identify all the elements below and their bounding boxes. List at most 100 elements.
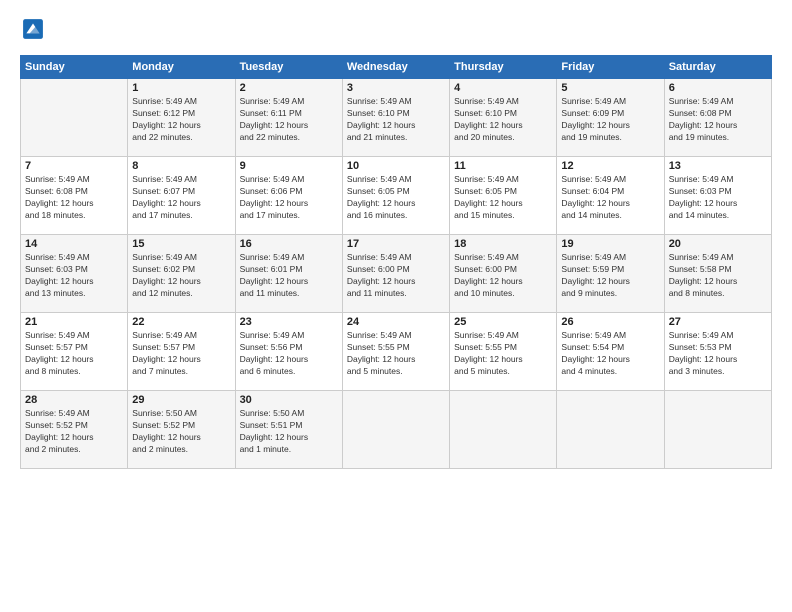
- day-number: 20: [669, 238, 767, 250]
- day-number: 24: [347, 316, 445, 328]
- calendar-cell: 29Sunrise: 5:50 AM Sunset: 5:52 PM Dayli…: [128, 391, 235, 469]
- calendar-cell: 4 Sunrise: 5:49 AM Sunset: 6:10 PM Daylig…: [450, 79, 557, 157]
- day-number: 19: [561, 238, 659, 250]
- col-header-thursday: Thursday: [450, 56, 557, 79]
- calendar-week-row: 14 Sunrise: 5:49 AM Sunset: 6:03 PM Dayli…: [21, 235, 772, 313]
- day-info: Sunrise: 5:49 AM Sunset: 6:01 PM Dayligh…: [240, 252, 338, 300]
- calendar-cell: 8 Sunrise: 5:49 AM Sunset: 6:07 PM Daylig…: [128, 157, 235, 235]
- calendar-cell: [664, 391, 771, 469]
- logo: [20, 18, 48, 45]
- day-number: 30: [240, 394, 338, 406]
- calendar-cell: 21 Sunrise: 5:49 AM Sunset: 5:57 PM Dayli…: [21, 313, 128, 391]
- day-info: Sunrise: 5:49 AM Sunset: 5:53 PM Dayligh…: [669, 330, 767, 378]
- day-number: 28: [25, 394, 123, 406]
- day-info: Sunrise: 5:49 AM Sunset: 5:56 PM Dayligh…: [240, 330, 338, 378]
- calendar-cell: 3 Sunrise: 5:49 AM Sunset: 6:10 PM Daylig…: [342, 79, 449, 157]
- day-number: 2: [240, 82, 338, 94]
- day-number: 11: [454, 160, 552, 172]
- col-header-tuesday: Tuesday: [235, 56, 342, 79]
- calendar-cell: 27 Sunrise: 5:49 AM Sunset: 5:53 PM Dayli…: [664, 313, 771, 391]
- calendar-cell: [557, 391, 664, 469]
- calendar-cell: 2 Sunrise: 5:49 AM Sunset: 6:11 PM Daylig…: [235, 79, 342, 157]
- col-header-monday: Monday: [128, 56, 235, 79]
- day-number: 16: [240, 238, 338, 250]
- day-number: 23: [240, 316, 338, 328]
- calendar-cell: 26 Sunrise: 5:49 AM Sunset: 5:54 PM Dayli…: [557, 313, 664, 391]
- calendar-table: SundayMondayTuesdayWednesdayThursdayFrid…: [20, 55, 772, 469]
- day-info: Sunrise: 5:49 AM Sunset: 6:12 PM Dayligh…: [132, 96, 230, 144]
- day-number: 1: [132, 82, 230, 94]
- calendar-cell: [21, 79, 128, 157]
- calendar-week-row: 21 Sunrise: 5:49 AM Sunset: 5:57 PM Dayli…: [21, 313, 772, 391]
- calendar-cell: 16 Sunrise: 5:49 AM Sunset: 6:01 PM Dayli…: [235, 235, 342, 313]
- day-number: 21: [25, 316, 123, 328]
- col-header-sunday: Sunday: [21, 56, 128, 79]
- day-number: 22: [132, 316, 230, 328]
- day-info: Sunrise: 5:49 AM Sunset: 6:08 PM Dayligh…: [669, 96, 767, 144]
- day-info: Sunrise: 5:49 AM Sunset: 5:59 PM Dayligh…: [561, 252, 659, 300]
- calendar-cell: 23 Sunrise: 5:49 AM Sunset: 5:56 PM Dayli…: [235, 313, 342, 391]
- day-number: 5: [561, 82, 659, 94]
- day-info: Sunrise: 5:49 AM Sunset: 5:54 PM Dayligh…: [561, 330, 659, 378]
- day-number: 7: [25, 160, 123, 172]
- calendar-cell: 25Sunrise: 5:49 AM Sunset: 5:55 PM Dayli…: [450, 313, 557, 391]
- calendar-cell: 18Sunrise: 5:49 AM Sunset: 6:00 PM Dayli…: [450, 235, 557, 313]
- calendar-cell: 30 Sunrise: 5:50 AM Sunset: 5:51 PM Dayli…: [235, 391, 342, 469]
- day-info: Sunrise: 5:49 AM Sunset: 6:06 PM Dayligh…: [240, 174, 338, 222]
- calendar-cell: 12 Sunrise: 5:49 AM Sunset: 6:04 PM Dayli…: [557, 157, 664, 235]
- calendar-cell: 5 Sunrise: 5:49 AM Sunset: 6:09 PM Daylig…: [557, 79, 664, 157]
- calendar-cell: 20 Sunrise: 5:49 AM Sunset: 5:58 PM Dayli…: [664, 235, 771, 313]
- day-info: Sunrise: 5:49 AM Sunset: 6:10 PM Dayligh…: [454, 96, 552, 144]
- day-info: Sunrise: 5:49 AM Sunset: 5:57 PM Dayligh…: [25, 330, 123, 378]
- day-info: Sunrise: 5:49 AM Sunset: 6:02 PM Dayligh…: [132, 252, 230, 300]
- day-info: Sunrise: 5:49 AM Sunset: 6:10 PM Dayligh…: [347, 96, 445, 144]
- calendar-cell: 22Sunrise: 5:49 AM Sunset: 5:57 PM Dayli…: [128, 313, 235, 391]
- day-number: 9: [240, 160, 338, 172]
- calendar-cell: [450, 391, 557, 469]
- day-number: 14: [25, 238, 123, 250]
- day-number: 10: [347, 160, 445, 172]
- day-info: Sunrise: 5:49 AM Sunset: 5:52 PM Dayligh…: [25, 408, 123, 456]
- day-number: 4: [454, 82, 552, 94]
- calendar-cell: 6 Sunrise: 5:49 AM Sunset: 6:08 PM Daylig…: [664, 79, 771, 157]
- day-info: Sunrise: 5:49 AM Sunset: 6:11 PM Dayligh…: [240, 96, 338, 144]
- day-number: 26: [561, 316, 659, 328]
- calendar-cell: 28 Sunrise: 5:49 AM Sunset: 5:52 PM Dayli…: [21, 391, 128, 469]
- calendar-cell: 11 Sunrise: 5:49 AM Sunset: 6:05 PM Dayli…: [450, 157, 557, 235]
- day-info: Sunrise: 5:49 AM Sunset: 6:05 PM Dayligh…: [454, 174, 552, 222]
- calendar-cell: 10 Sunrise: 5:49 AM Sunset: 6:05 PM Dayli…: [342, 157, 449, 235]
- calendar-week-row: 1 Sunrise: 5:49 AM Sunset: 6:12 PM Daylig…: [21, 79, 772, 157]
- day-number: 3: [347, 82, 445, 94]
- calendar-cell: 7 Sunrise: 5:49 AM Sunset: 6:08 PM Daylig…: [21, 157, 128, 235]
- col-header-saturday: Saturday: [664, 56, 771, 79]
- day-info: Sunrise: 5:49 AM Sunset: 5:55 PM Dayligh…: [347, 330, 445, 378]
- day-info: Sunrise: 5:49 AM Sunset: 6:03 PM Dayligh…: [669, 174, 767, 222]
- day-info: Sunrise: 5:49 AM Sunset: 6:05 PM Dayligh…: [347, 174, 445, 222]
- calendar-cell: 1 Sunrise: 5:49 AM Sunset: 6:12 PM Daylig…: [128, 79, 235, 157]
- day-number: 12: [561, 160, 659, 172]
- day-info: Sunrise: 5:49 AM Sunset: 6:04 PM Dayligh…: [561, 174, 659, 222]
- day-number: 13: [669, 160, 767, 172]
- day-number: 6: [669, 82, 767, 94]
- calendar-cell: 24 Sunrise: 5:49 AM Sunset: 5:55 PM Dayli…: [342, 313, 449, 391]
- day-info: Sunrise: 5:49 AM Sunset: 6:09 PM Dayligh…: [561, 96, 659, 144]
- day-number: 17: [347, 238, 445, 250]
- day-number: 8: [132, 160, 230, 172]
- day-info: Sunrise: 5:49 AM Sunset: 6:07 PM Dayligh…: [132, 174, 230, 222]
- day-info: Sunrise: 5:49 AM Sunset: 6:08 PM Dayligh…: [25, 174, 123, 222]
- calendar-cell: 9 Sunrise: 5:49 AM Sunset: 6:06 PM Daylig…: [235, 157, 342, 235]
- day-number: 27: [669, 316, 767, 328]
- day-info: Sunrise: 5:49 AM Sunset: 5:58 PM Dayligh…: [669, 252, 767, 300]
- page-header: [20, 18, 772, 45]
- calendar-cell: 19 Sunrise: 5:49 AM Sunset: 5:59 PM Dayli…: [557, 235, 664, 313]
- day-number: 18: [454, 238, 552, 250]
- calendar-cell: 15Sunrise: 5:49 AM Sunset: 6:02 PM Dayli…: [128, 235, 235, 313]
- col-header-friday: Friday: [557, 56, 664, 79]
- day-info: Sunrise: 5:50 AM Sunset: 5:51 PM Dayligh…: [240, 408, 338, 456]
- day-info: Sunrise: 5:49 AM Sunset: 6:03 PM Dayligh…: [25, 252, 123, 300]
- calendar-cell: 14 Sunrise: 5:49 AM Sunset: 6:03 PM Dayli…: [21, 235, 128, 313]
- day-info: Sunrise: 5:49 AM Sunset: 6:00 PM Dayligh…: [347, 252, 445, 300]
- day-info: Sunrise: 5:49 AM Sunset: 5:55 PM Dayligh…: [454, 330, 552, 378]
- calendar-cell: 17 Sunrise: 5:49 AM Sunset: 6:00 PM Dayli…: [342, 235, 449, 313]
- calendar-week-row: 7 Sunrise: 5:49 AM Sunset: 6:08 PM Daylig…: [21, 157, 772, 235]
